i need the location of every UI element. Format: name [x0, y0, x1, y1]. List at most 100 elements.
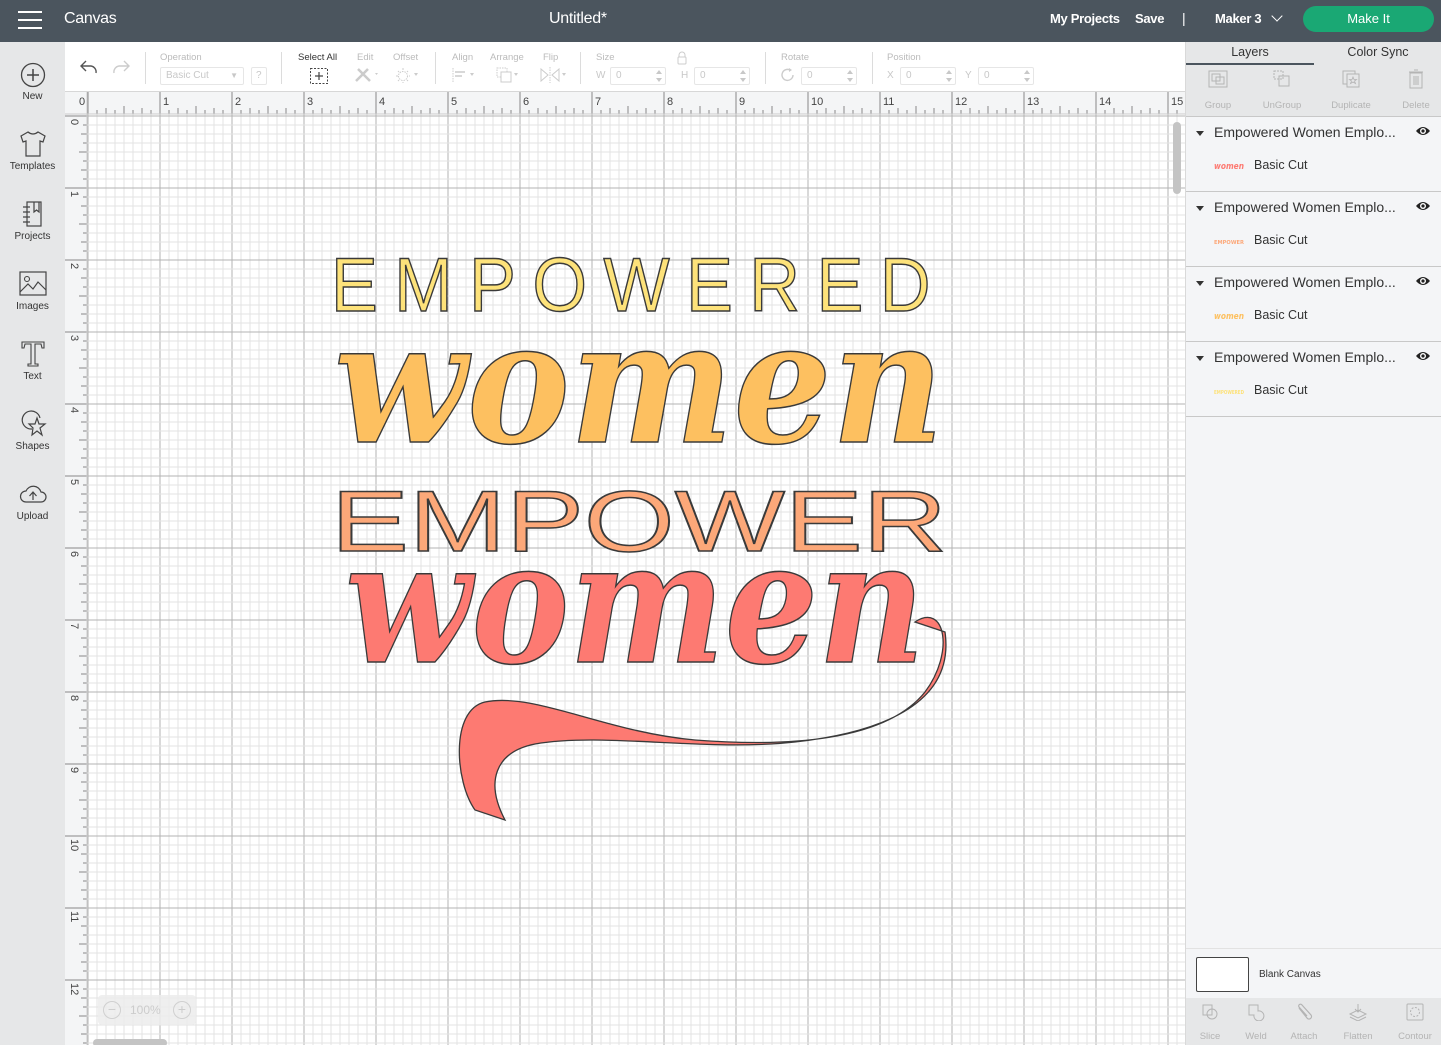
select-all-label: Select All: [298, 52, 338, 63]
layer-operation[interactable]: Basic Cut: [1254, 383, 1308, 397]
slice-button[interactable]: Slice: [1186, 1003, 1234, 1042]
spinner-icon[interactable]: [1024, 70, 1030, 82]
width-label: W: [596, 70, 606, 81]
select-all-icon[interactable]: [309, 67, 329, 85]
tab-color-sync[interactable]: Color Sync: [1314, 42, 1441, 65]
ungroup-icon: [1273, 70, 1290, 87]
slice-label: Slice: [1199, 1031, 1221, 1042]
expand-caret-icon[interactable]: [1196, 131, 1204, 136]
menu-icon[interactable]: [18, 11, 42, 29]
shapes-icon: [21, 410, 47, 437]
edit-toolbar: Operation Basic Cut ▼ ? Select All Edit O…: [65, 42, 1185, 92]
document-title[interactable]: Untitled*: [549, 10, 607, 28]
design-text-women-orange[interactable]: women: [333, 282, 945, 484]
zoom-in-button[interactable]: +: [173, 1001, 191, 1019]
eye-visibility-icon[interactable]: [1415, 125, 1431, 137]
sidebar-item-upload[interactable]: Upload: [0, 480, 65, 540]
operation-help-button[interactable]: ?: [251, 67, 267, 85]
y-position-input[interactable]: 0: [978, 67, 1034, 85]
rotate-label: Rotate: [781, 52, 809, 63]
sidebar-item-shapes[interactable]: Shapes: [0, 410, 65, 470]
duplicate-button[interactable]: Duplicate: [1319, 69, 1383, 111]
spinner-icon[interactable]: [740, 70, 746, 82]
machine-label: Maker 3: [1215, 11, 1262, 26]
make-it-button[interactable]: Make It: [1303, 6, 1434, 32]
vertical-scrollbar[interactable]: [1173, 122, 1181, 194]
delete-button[interactable]: Delete: [1384, 69, 1441, 111]
ungroup-button[interactable]: UnGroup: [1250, 69, 1314, 111]
rotate-input[interactable]: 0: [801, 67, 857, 85]
lock-icon[interactable]: [675, 51, 689, 65]
expand-caret-icon[interactable]: [1196, 281, 1204, 286]
redo-icon[interactable]: [111, 58, 131, 76]
group-label: Group: [1204, 100, 1232, 111]
arrange-icon[interactable]: [495, 67, 523, 83]
offset-icon[interactable]: [395, 67, 421, 83]
edit-pencil-ruler-icon[interactable]: [354, 67, 380, 83]
canvas-color-swatch[interactable]: [1196, 957, 1249, 992]
duplicate-label: Duplicate: [1331, 100, 1371, 111]
paperclip-icon: [1298, 1003, 1313, 1020]
spinner-icon[interactable]: [946, 70, 952, 82]
layer-name[interactable]: Empowered Women Emplo...: [1214, 124, 1396, 140]
save-button[interactable]: Save: [1135, 11, 1164, 26]
spinner-icon[interactable]: [847, 70, 853, 82]
tab-layers[interactable]: Layers: [1186, 42, 1314, 65]
sidebar-item-projects[interactable]: Projects: [0, 200, 65, 260]
delete-label: Delete: [1402, 100, 1430, 111]
sidebar-item-new[interactable]: New: [0, 62, 65, 122]
sidebar-item-images[interactable]: Images: [0, 270, 65, 330]
height-input[interactable]: 0: [694, 67, 750, 85]
separator: |: [1182, 10, 1186, 26]
rotate-icon[interactable]: [780, 67, 796, 83]
layer-operation[interactable]: Basic Cut: [1254, 158, 1308, 172]
layer-thumbnail: women: [1214, 162, 1244, 172]
height-label: H: [681, 70, 689, 81]
y-label: Y: [965, 70, 972, 81]
layer-name[interactable]: Empowered Women Emplo...: [1214, 199, 1396, 215]
layer-tools: Slice Weld Attach Flatten Contour: [1186, 998, 1441, 1045]
layer-operation[interactable]: Basic Cut: [1254, 308, 1308, 322]
eye-visibility-icon[interactable]: [1415, 350, 1431, 362]
layer-item[interactable]: Empowered Women Emplo... women Basic Cut: [1186, 117, 1441, 192]
contour-button[interactable]: Contour: [1391, 1003, 1439, 1042]
my-projects-link[interactable]: My Projects: [1050, 11, 1120, 26]
layer-item[interactable]: Empowered Women Emplo... women Basic Cut: [1186, 267, 1441, 342]
eye-visibility-icon[interactable]: [1415, 200, 1431, 212]
x-position-input[interactable]: 0: [900, 67, 956, 85]
tshirt-icon: [19, 131, 46, 157]
align-icon[interactable]: [452, 68, 478, 82]
undo-icon[interactable]: [79, 58, 99, 76]
flatten-button[interactable]: Flatten: [1334, 1003, 1382, 1042]
eye-visibility-icon[interactable]: [1415, 275, 1431, 287]
operation-select[interactable]: Basic Cut ▼: [160, 67, 244, 85]
attach-button[interactable]: Attach: [1280, 1003, 1328, 1042]
flip-icon[interactable]: [539, 67, 569, 83]
width-input[interactable]: 0: [610, 67, 666, 85]
layer-item[interactable]: Empowered Women Emplo... EMPOWER Basic Cut: [1186, 192, 1441, 267]
trash-icon: [1409, 69, 1423, 89]
sidebar-item-text[interactable]: Text: [0, 340, 65, 400]
layer-thumbnail: EMPOWER: [1214, 240, 1244, 246]
design-artwork[interactable]: EMPOWERED women EMPOWER women: [65, 92, 1185, 1045]
sidebar-label: Upload: [16, 511, 49, 522]
design-text-women-coral[interactable]: women: [344, 502, 926, 704]
machine-selector[interactable]: Maker 3: [1215, 10, 1283, 26]
layer-item[interactable]: Empowered Women Emplo... EMPOWERED Basic C…: [1186, 342, 1441, 417]
sidebar-item-templates[interactable]: Templates: [0, 130, 65, 190]
zoom-out-button[interactable]: −: [103, 1001, 121, 1019]
dropdown-arrow-icon: ▼: [230, 71, 238, 80]
weld-button[interactable]: Weld: [1232, 1003, 1280, 1042]
group-button[interactable]: Group: [1186, 69, 1250, 111]
expand-caret-icon[interactable]: [1196, 356, 1204, 361]
layer-name[interactable]: Empowered Women Emplo...: [1214, 274, 1396, 290]
thumbnail-text: women: [1214, 312, 1244, 322]
spinner-icon[interactable]: [656, 70, 662, 82]
sidebar-label: New: [22, 91, 43, 102]
horizontal-scrollbar[interactable]: [93, 1039, 167, 1045]
layer-name[interactable]: Empowered Women Emplo...: [1214, 349, 1396, 365]
x-label: X: [887, 70, 894, 81]
layer-operation[interactable]: Basic Cut: [1254, 233, 1308, 247]
design-canvas[interactable]: 0 1 2 3 4 5 6 7 8 9 10 11 12 13 14 15 0 1 2 3 4 5 6 7 8 9 10 11 12 E…: [65, 92, 1185, 1045]
expand-caret-icon[interactable]: [1196, 206, 1204, 211]
